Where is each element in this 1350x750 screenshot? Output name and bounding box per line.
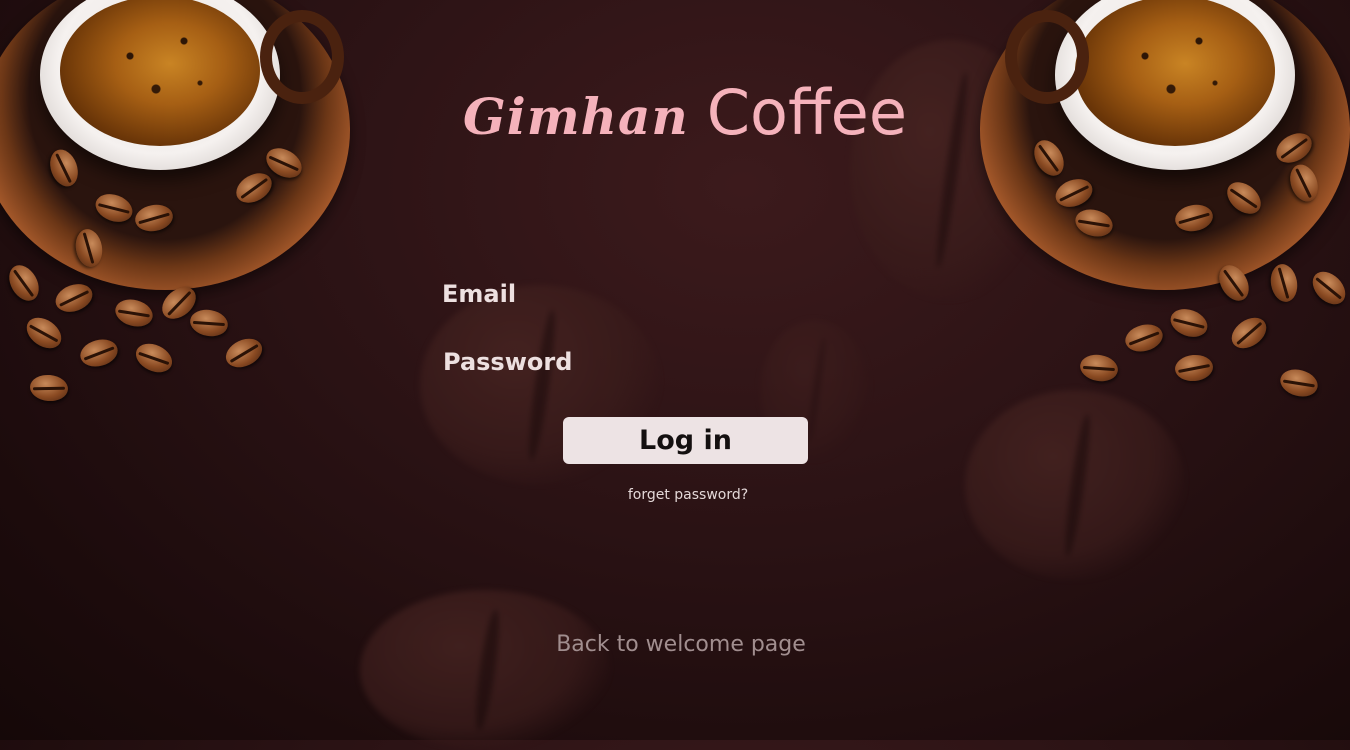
coffee-bean-icon: [1267, 262, 1301, 304]
brand-script-text: Gimhan: [463, 87, 689, 146]
coffee-bean-icon: [131, 338, 177, 378]
coffee-bean-icon: [28, 373, 70, 403]
email-input[interactable]: [530, 279, 914, 315]
coffee-bean-icon: [3, 260, 45, 306]
coffee-bean-icon: [221, 333, 267, 373]
password-label: Password: [443, 348, 573, 376]
coffee-bean-icon: [1225, 311, 1273, 355]
coffee-bean-icon: [77, 335, 121, 371]
coffee-bean-icon: [1306, 265, 1350, 311]
page-title: Gimhan Coffee: [0, 76, 1350, 149]
forgot-password-link[interactable]: forget password?: [588, 487, 788, 503]
coffee-bean-icon: [1078, 351, 1120, 385]
brand-plain-text: Coffee: [706, 76, 907, 149]
coffee-bean-icon: [20, 311, 68, 355]
coffee-bean-icon: [112, 295, 156, 331]
coffee-bean-icon: [51, 279, 97, 317]
background-bean: [360, 590, 610, 750]
email-label: Email: [442, 280, 517, 308]
coffee-bean-icon: [1122, 320, 1166, 356]
coffee-cup-icon: [975, 0, 1350, 410]
coffee-bean-icon: [1173, 353, 1215, 383]
password-input[interactable]: [580, 347, 914, 383]
background-bean: [965, 390, 1185, 580]
coffee-bean-icon: [188, 306, 230, 340]
coffee-cup-icon: [0, 0, 360, 410]
coffee-bean-icon: [1277, 365, 1321, 401]
back-to-welcome-link[interactable]: Back to welcome page: [531, 632, 831, 657]
coffee-bean-icon: [1166, 304, 1212, 342]
login-button[interactable]: Log in: [563, 417, 808, 464]
